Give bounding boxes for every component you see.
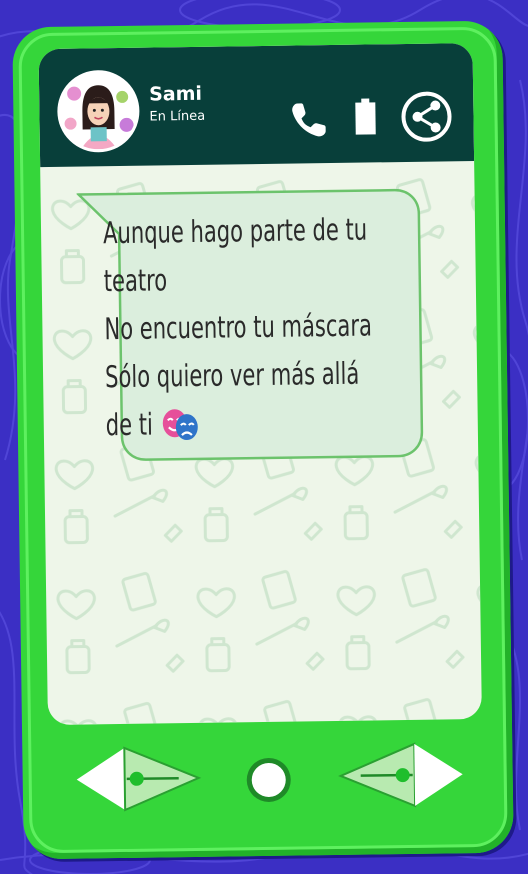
phone-icon[interactable] <box>289 99 330 140</box>
phone-frame: Sami En Línea Aunque hago parte de tu te… <box>12 20 514 860</box>
avatar[interactable] <box>56 69 140 153</box>
message-line-last: de ti <box>105 399 355 450</box>
message-line: teatro <box>103 263 168 300</box>
message-line: No encuentro tu máscara <box>104 308 373 348</box>
message-line: Sólo quiero ver más allá <box>104 356 360 396</box>
message-line: de ti <box>105 407 154 444</box>
right-arrow-icon[interactable] <box>334 741 465 809</box>
chat-header: Sami En Línea <box>38 43 475 168</box>
message-line: Aunque hago parte de tu <box>102 212 368 252</box>
left-arrow-icon[interactable] <box>74 745 205 813</box>
contact-status: En Línea <box>149 108 206 125</box>
theater-masks-icon <box>163 409 199 441</box>
chat-screen: Sami En Línea Aunque hago parte de tu te… <box>38 43 482 726</box>
home-circle-icon[interactable] <box>244 756 293 805</box>
battery-icon <box>355 98 376 135</box>
contact-name: Sami <box>149 82 203 106</box>
share-icon[interactable] <box>399 89 454 144</box>
message-text: Aunque hago parte de tu teatro No encuen… <box>103 206 426 450</box>
avatar-illustration <box>59 72 137 150</box>
